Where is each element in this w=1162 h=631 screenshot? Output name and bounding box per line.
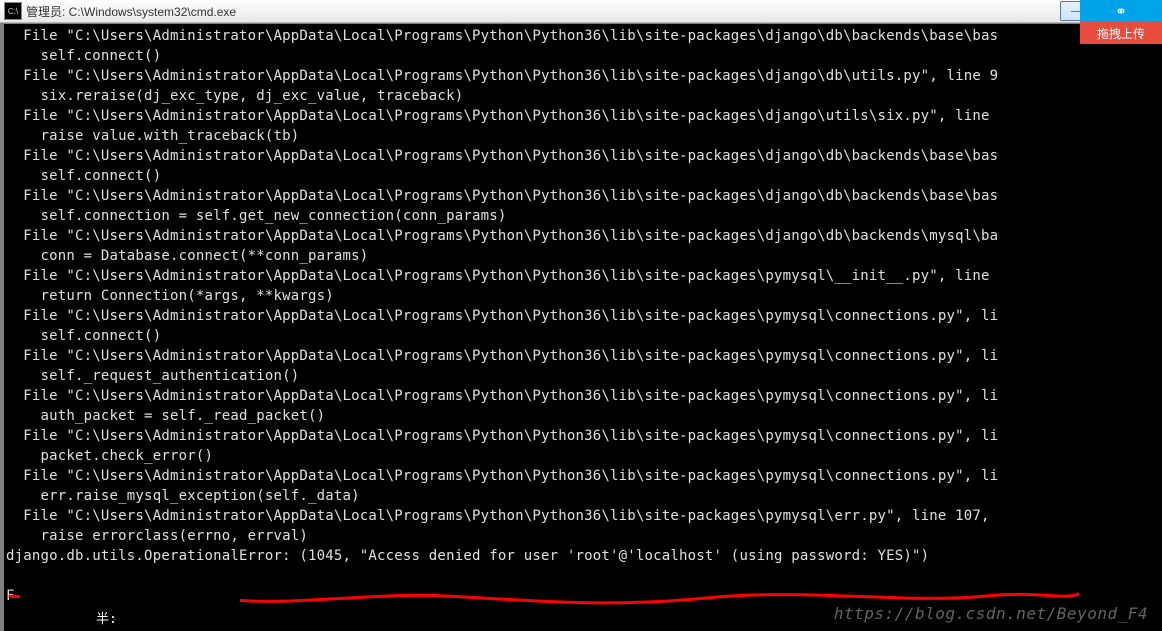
- watermark-text: https://blog.csdn.net/Beyond_F4: [834, 604, 1148, 623]
- cmd-icon: C:\: [4, 2, 22, 20]
- window-title: 管理员: C:\Windows\system32\cmd.exe: [26, 3, 1060, 20]
- console-area[interactable]: File "C:\Users\Administrator\AppData\Loc…: [0, 23, 1162, 631]
- link-icon: ⚭: [1115, 3, 1127, 20]
- cmd-icon-label: C:\: [8, 7, 18, 16]
- upload-overlay[interactable]: ⚭ 拖拽上传: [1080, 0, 1162, 44]
- upload-icon-row: ⚭: [1080, 0, 1162, 22]
- upload-label: 拖拽上传: [1080, 22, 1162, 44]
- cmd-window: C:\ 管理员: C:\Windows\system32\cmd.exe — ◻…: [0, 0, 1162, 631]
- titlebar[interactable]: C:\ 管理员: C:\Windows\system32\cmd.exe — ◻…: [0, 0, 1162, 23]
- console-inner: File "C:\Users\Administrator\AppData\Loc…: [6, 26, 1160, 629]
- redacted-region: [20, 589, 240, 609]
- console-output: File "C:\Users\Administrator\AppData\Loc…: [6, 26, 1160, 606]
- ime-indicator: 半:: [96, 608, 117, 627]
